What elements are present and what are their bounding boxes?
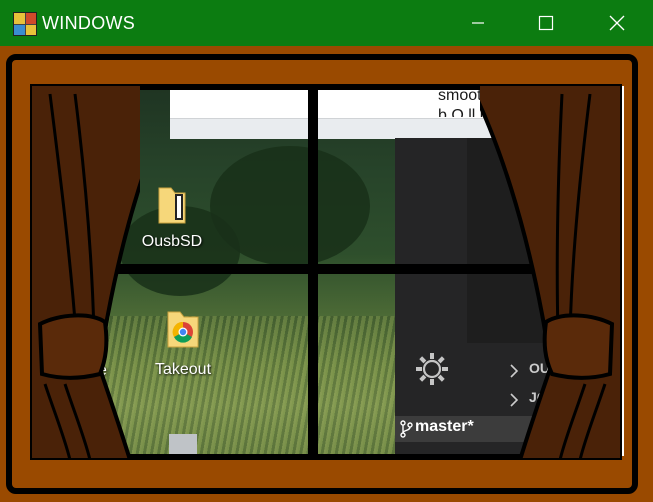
- right-curtain: [480, 84, 622, 460]
- minimize-icon: [472, 22, 484, 24]
- title-bar: WINDOWS: [0, 0, 653, 46]
- window-title: WINDOWS: [42, 13, 136, 33]
- left-curtain: [30, 84, 140, 460]
- close-button[interactable]: [582, 0, 652, 46]
- app-icon: [13, 12, 37, 36]
- minimize-button[interactable]: [443, 0, 513, 46]
- close-icon: [609, 15, 625, 31]
- maximize-button[interactable]: [511, 0, 581, 46]
- maximize-icon: [538, 15, 554, 31]
- window-scene: smoothly. In additio b O ll l t OusbSD: [0, 46, 653, 502]
